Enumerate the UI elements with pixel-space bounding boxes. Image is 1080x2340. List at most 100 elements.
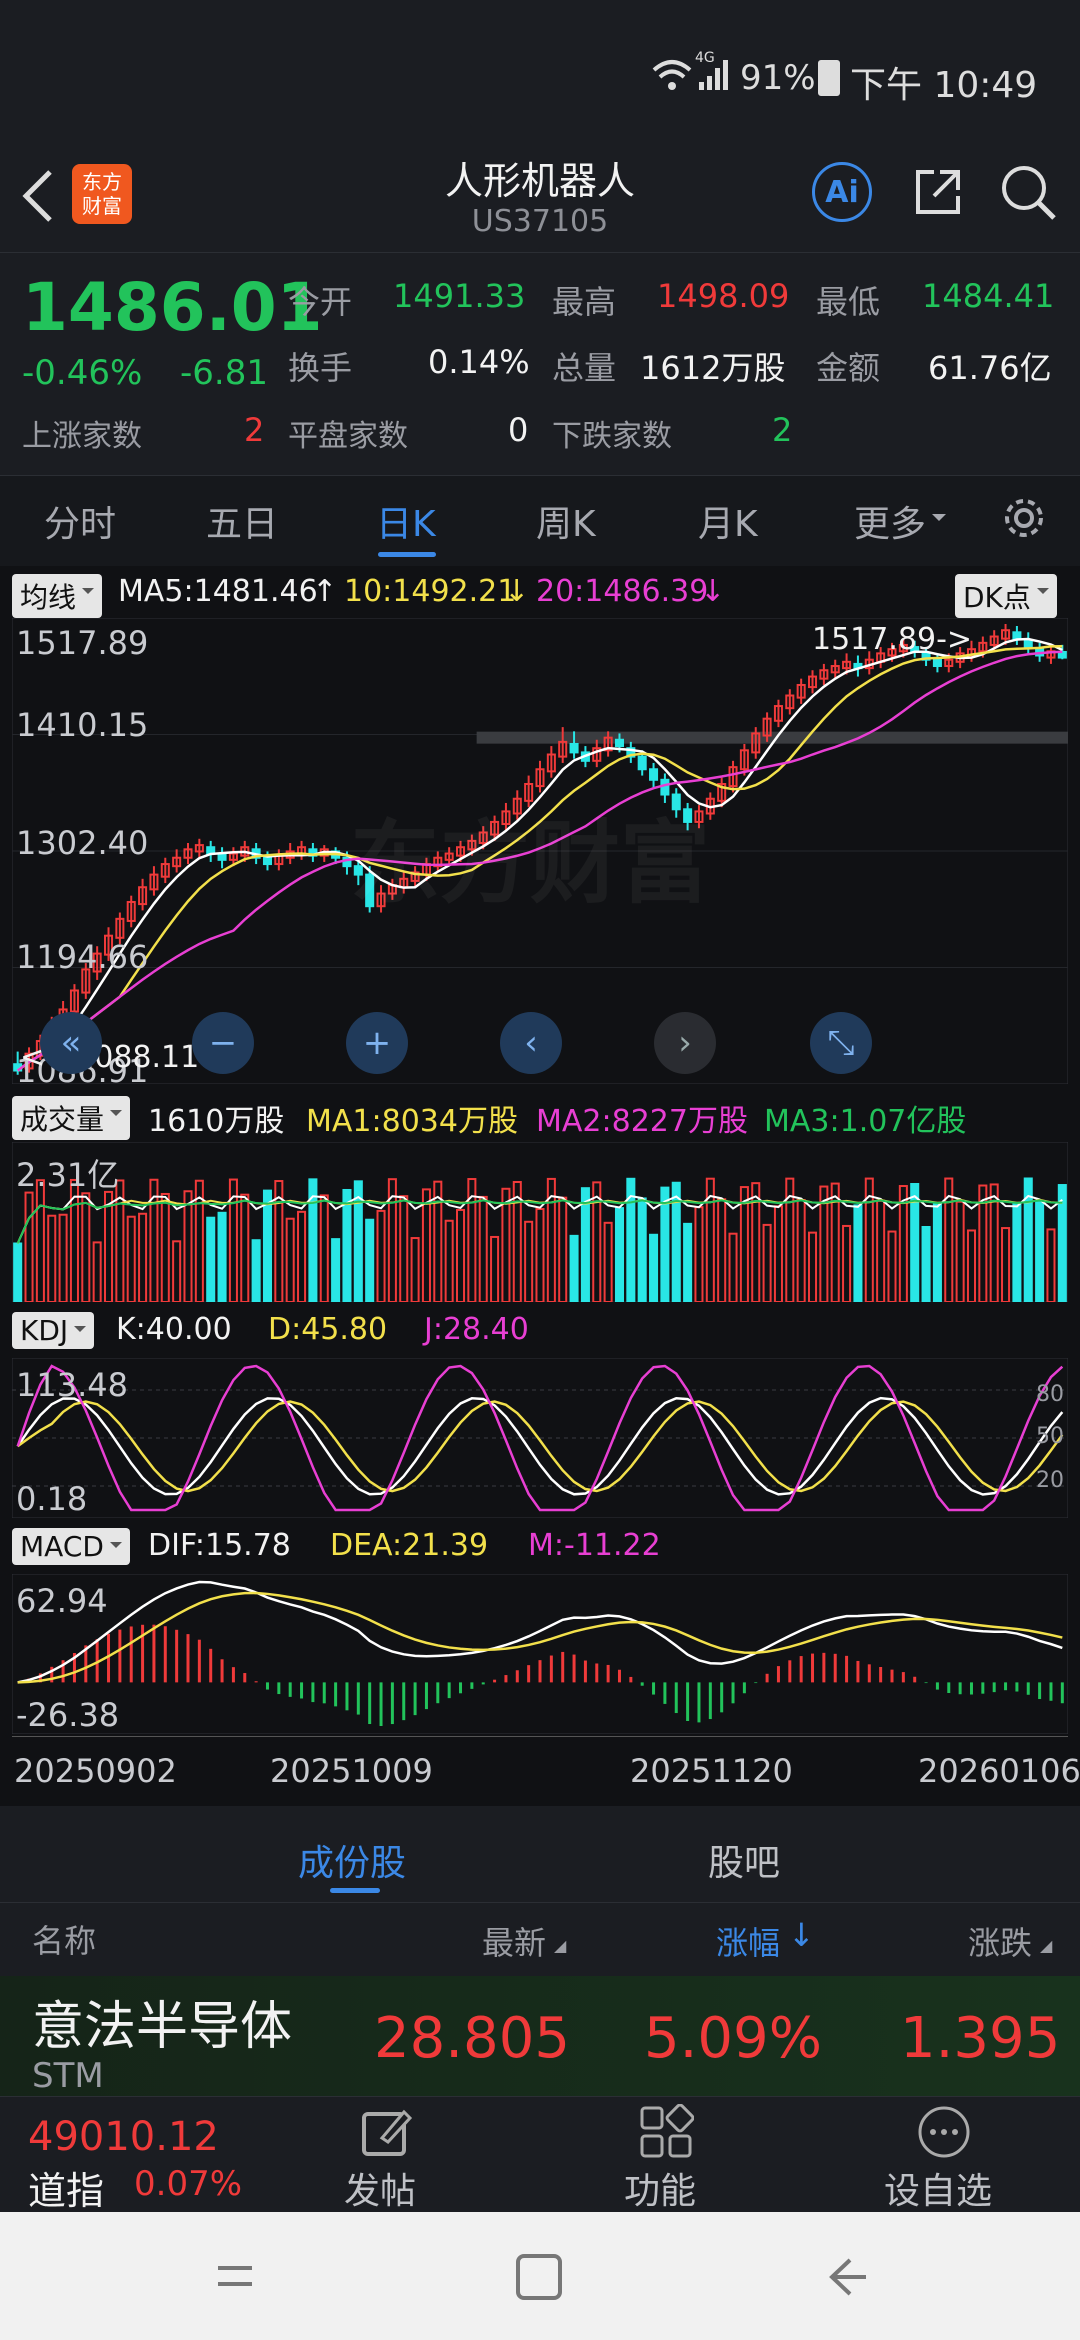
more-dropdown-icon bbox=[932, 514, 946, 528]
macd-selector[interactable]: MACD bbox=[12, 1528, 130, 1565]
volume-bar bbox=[490, 1235, 500, 1302]
volume-label: 总量 bbox=[552, 349, 617, 387]
divider bbox=[0, 1902, 1080, 1903]
tab-forum[interactable]: 股吧 bbox=[708, 1834, 780, 1886]
search-icon[interactable] bbox=[1000, 164, 1058, 226]
kdj-chart[interactable] bbox=[12, 1358, 1068, 1518]
ma10-value: 10:1492.21 bbox=[344, 574, 517, 609]
candle-body bbox=[614, 738, 625, 748]
kdj-y-min: 0.18 bbox=[16, 1480, 88, 1518]
date-axis-ticks bbox=[12, 1736, 1068, 1745]
ma10-arrow: ↓ bbox=[504, 574, 530, 609]
tab-more[interactable]: 更多 bbox=[854, 495, 926, 547]
tab-constituents[interactable]: 成份股 bbox=[298, 1834, 406, 1886]
volume-bar bbox=[796, 1199, 806, 1302]
post-button[interactable]: 发帖 bbox=[330, 2096, 440, 2212]
volume-bar bbox=[524, 1220, 534, 1302]
volume-bar bbox=[217, 1211, 227, 1302]
max-price-value: 1517.89 bbox=[812, 622, 937, 657]
tab-monthly-k[interactable]: 月K bbox=[698, 495, 758, 547]
volume-selector[interactable]: 成交量 bbox=[12, 1096, 131, 1140]
fullscreen-button[interactable]: ⤡ bbox=[810, 1012, 872, 1074]
ma20-value: 20:1486.39 bbox=[536, 574, 709, 609]
scroll-left-button[interactable]: ‹ bbox=[500, 1012, 562, 1074]
index-value: 49010.12 bbox=[28, 2114, 219, 2160]
flat-count-label: 平盘家数 bbox=[288, 419, 408, 454]
volume-bar bbox=[262, 1189, 273, 1302]
volume-bar bbox=[13, 1242, 23, 1302]
macd-chart[interactable] bbox=[12, 1574, 1068, 1734]
ai-label: Ai bbox=[825, 174, 859, 210]
turnover-value: 0.14% bbox=[428, 343, 530, 381]
post-label: 发帖 bbox=[344, 2171, 417, 2212]
header-name[interactable]: 名称 bbox=[32, 1916, 96, 1962]
add-watchlist-button[interactable]: 设自选 bbox=[880, 2096, 1010, 2212]
candle-body bbox=[649, 768, 659, 781]
volume-bar bbox=[92, 1241, 102, 1302]
volume-bar bbox=[376, 1209, 386, 1302]
volume-bar bbox=[444, 1219, 454, 1302]
volume-value: 1610万股 bbox=[148, 1104, 285, 1139]
volume-bar bbox=[1001, 1227, 1011, 1302]
scroll-right-button[interactable]: › bbox=[654, 1012, 716, 1074]
open-label: 今开 bbox=[288, 283, 353, 321]
volume-bar bbox=[1035, 1201, 1045, 1302]
volume-bar bbox=[921, 1226, 931, 1302]
status-bar: 4G 91% 下午 10:49 bbox=[0, 0, 1080, 160]
stock-change-pct: 5.09% bbox=[644, 2006, 822, 2071]
function-label: 功能 bbox=[624, 2171, 697, 2212]
kdj-j: J:28.40 bbox=[424, 1312, 529, 1347]
volume-bar bbox=[807, 1231, 818, 1302]
scroll-start-button[interactable]: « bbox=[40, 1012, 102, 1074]
kdj-selector[interactable]: KDJ bbox=[12, 1312, 95, 1349]
macd-dif: DIF:15.78 bbox=[148, 1528, 291, 1563]
volume-bar bbox=[649, 1233, 659, 1302]
list-item[interactable]: 意法半导体 STM 28.805 5.09% 1.395 bbox=[0, 1976, 1080, 2096]
volume-bar bbox=[569, 1234, 579, 1302]
tab-weekly-k[interactable]: 周K bbox=[536, 495, 596, 547]
system-back-icon[interactable] bbox=[820, 2252, 870, 2306]
clock: 下午 10:49 bbox=[850, 65, 1038, 106]
change-value: -6.81 bbox=[180, 353, 268, 393]
zoom-out-button[interactable]: − bbox=[192, 1012, 254, 1074]
volume-value: 1612万股 bbox=[640, 349, 786, 387]
candle-body bbox=[637, 755, 647, 771]
home-icon[interactable] bbox=[514, 2252, 564, 2306]
index-name: 道指 bbox=[28, 2169, 105, 2213]
volume-bar bbox=[331, 1238, 341, 1302]
y-label: 1194.66 bbox=[16, 938, 149, 976]
ma-selector[interactable]: 均线 bbox=[12, 574, 103, 618]
zoom-in-button[interactable]: + bbox=[346, 1012, 408, 1074]
change-percent: -0.46% bbox=[22, 353, 143, 393]
ai-button[interactable]: Ai bbox=[812, 162, 872, 222]
kdj-d-line bbox=[16, 1400, 1064, 1493]
candle-body bbox=[262, 856, 273, 866]
volume-bar bbox=[580, 1187, 590, 1302]
sort-desc-icon: ↓ bbox=[788, 1916, 815, 1954]
tab-daily-k[interactable]: 日K bbox=[376, 495, 436, 547]
kdj-level-50: 50 bbox=[1036, 1424, 1064, 1449]
macd-y-max: 62.94 bbox=[16, 1582, 108, 1620]
kdj-k: K:40.00 bbox=[116, 1312, 232, 1347]
dk-point-button[interactable]: DK点 bbox=[955, 574, 1057, 618]
tab-five-day[interactable]: 五日 bbox=[206, 495, 278, 547]
volume-bar bbox=[717, 1198, 727, 1302]
share-icon[interactable] bbox=[910, 164, 966, 224]
date-label: 20251009 bbox=[270, 1752, 433, 1790]
macd-dea: DEA:21.39 bbox=[330, 1528, 489, 1563]
header-latest[interactable]: 最新 bbox=[482, 1918, 546, 1964]
y-label: 1410.15 bbox=[16, 706, 149, 744]
edit-icon bbox=[362, 2109, 413, 2156]
volume-chart[interactable] bbox=[12, 1142, 1068, 1302]
grid-icon bbox=[640, 2104, 694, 2158]
y-label: 1302.40 bbox=[16, 824, 149, 862]
header: 东方 财富 人形机器人 US37105 Ai bbox=[0, 150, 1080, 250]
function-button[interactable]: 功能 bbox=[614, 2096, 724, 2212]
tab-intraday[interactable]: 分时 bbox=[44, 495, 116, 547]
recent-apps-icon[interactable] bbox=[212, 2254, 260, 2302]
volume-bar bbox=[160, 1192, 170, 1302]
index-ticker[interactable]: 49010.12 道指 0.07% bbox=[0, 2096, 300, 2213]
settings-icon[interactable] bbox=[1000, 494, 1048, 546]
header-change-pct[interactable]: 涨幅 bbox=[716, 1918, 780, 1964]
header-change[interactable]: 涨跌 bbox=[968, 1918, 1032, 1964]
